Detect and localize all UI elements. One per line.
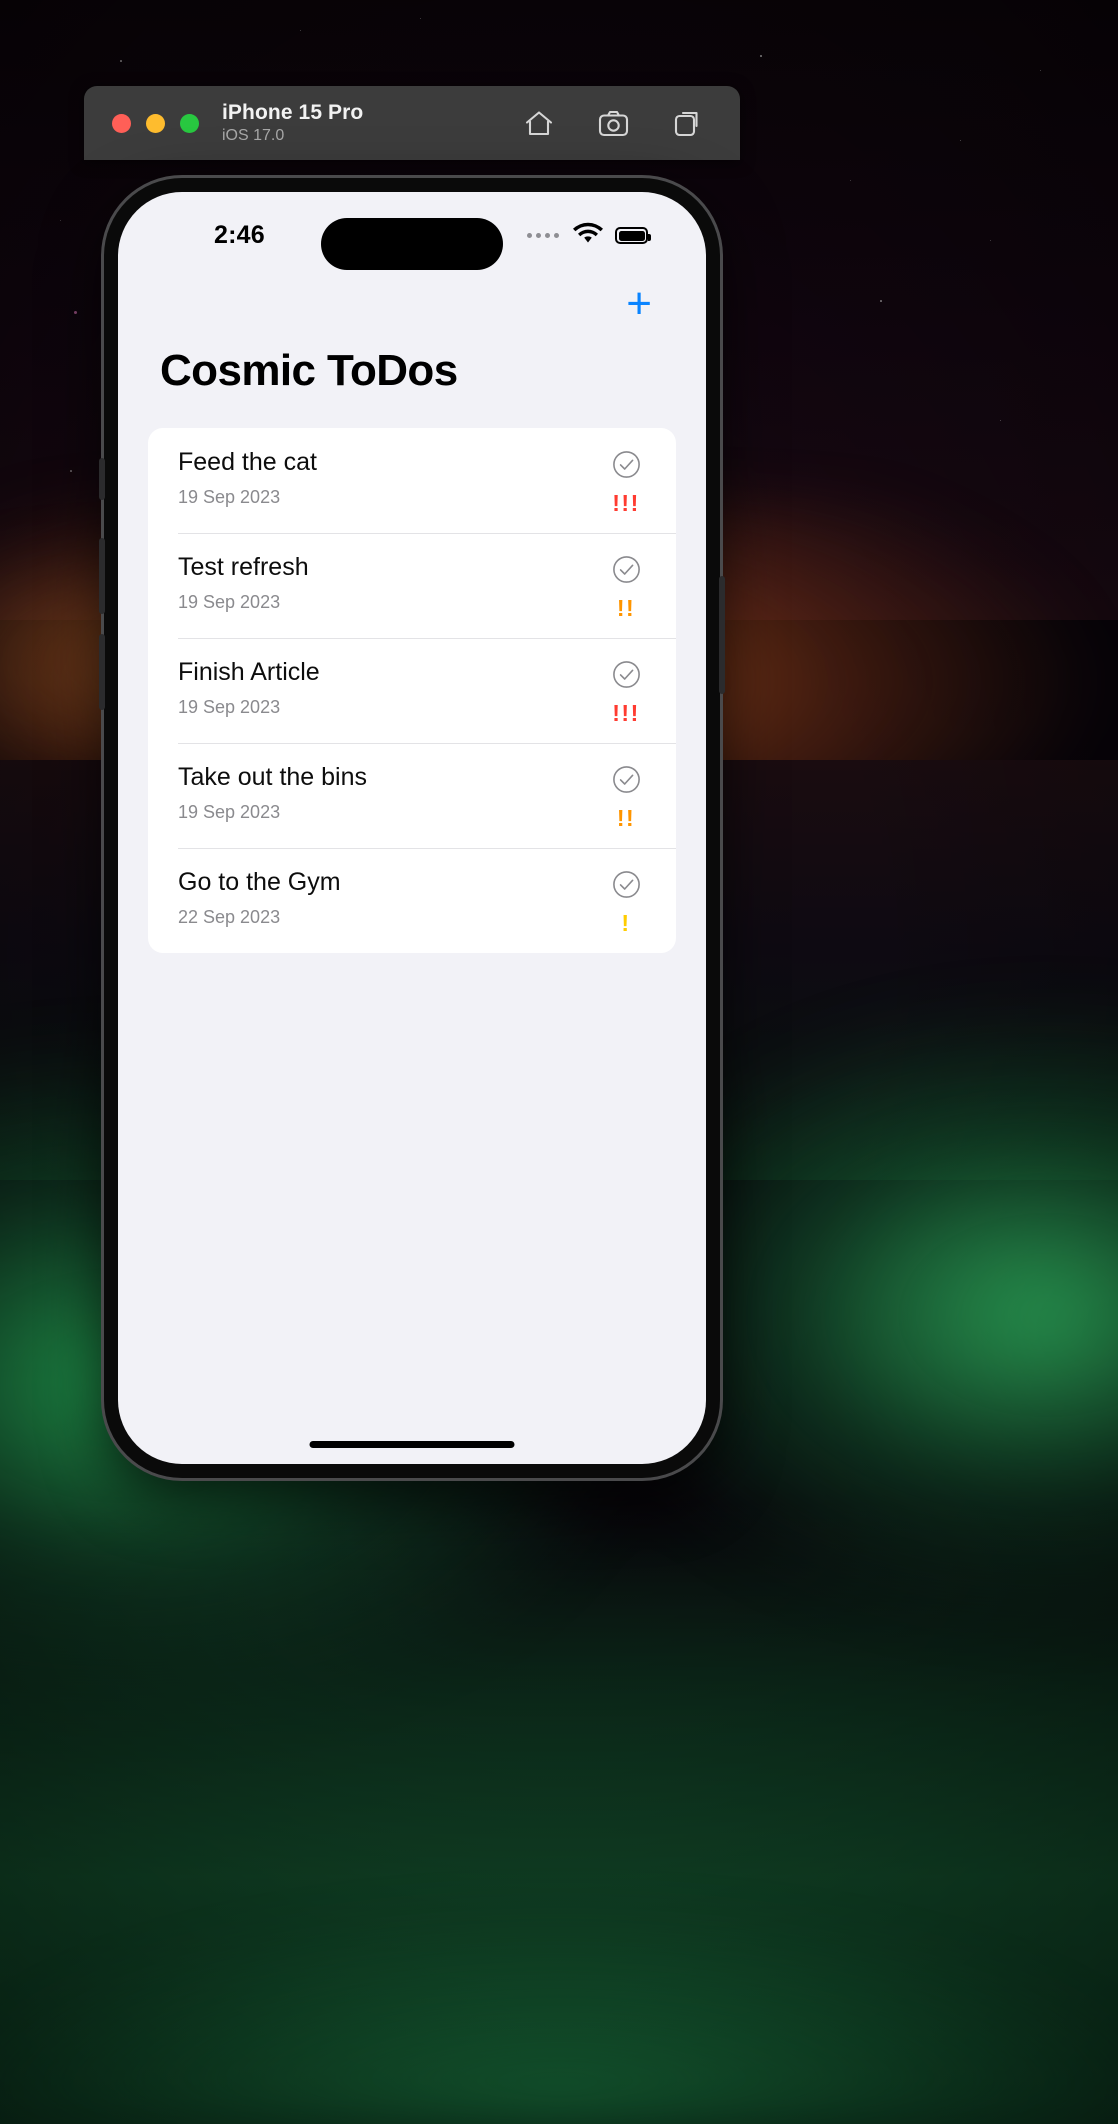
todo-text-block: Take out the bins 19 Sep 2023 <box>178 763 598 823</box>
status-bar-indicators <box>527 222 651 249</box>
battery-icon <box>615 227 651 244</box>
todo-priority-marks: !!! <box>612 490 640 516</box>
todo-priority-marks: !! <box>616 805 636 831</box>
simulator-toolbar <box>524 109 700 137</box>
page-title: Cosmic ToDos <box>160 346 458 395</box>
volume-down-button[interactable] <box>99 634 105 710</box>
todo-row[interactable]: Go to the Gym 22 Sep 2023 ! <box>148 848 676 953</box>
todo-title: Finish Article <box>178 658 320 686</box>
todo-text-block: Go to the Gym 22 Sep 2023 <box>178 868 598 928</box>
volume-up-button[interactable] <box>99 538 105 614</box>
check-circle-icon[interactable] <box>612 765 641 794</box>
iphone-screen: 2:46 + Cosmic ToDos Feed the cat 19 Sep … <box>118 192 706 1464</box>
screenshot-icon[interactable] <box>598 110 629 137</box>
todo-date: 19 Sep 2023 <box>178 486 281 507</box>
simulator-device-name: iPhone 15 Pro <box>222 101 364 125</box>
todo-meta: ! <box>598 868 654 935</box>
simulator-title-bar: iPhone 15 Pro iOS 17.0 <box>84 86 740 160</box>
check-circle-icon[interactable] <box>612 555 641 584</box>
todo-meta: !!! <box>598 658 654 725</box>
check-circle-icon[interactable] <box>612 450 641 479</box>
home-icon[interactable] <box>524 110 554 137</box>
silent-switch[interactable] <box>99 458 105 500</box>
todo-row[interactable]: Finish Article 19 Sep 2023 !!! <box>148 638 676 743</box>
todo-text-block: Feed the cat 19 Sep 2023 <box>178 448 598 508</box>
wifi-icon <box>573 222 603 249</box>
status-bar: 2:46 <box>118 192 706 270</box>
todo-date: 19 Sep 2023 <box>178 696 281 717</box>
navigation-bar: + <box>118 268 706 340</box>
todo-title: Take out the bins <box>178 763 368 791</box>
todo-title: Feed the cat <box>178 448 317 476</box>
signal-dots-icon <box>527 233 559 238</box>
todo-date: 22 Sep 2023 <box>178 906 281 927</box>
iphone-device-frame: 2:46 + Cosmic ToDos Feed the cat 19 Sep … <box>99 178 725 1478</box>
simulator-title-block: iPhone 15 Pro iOS 17.0 <box>222 101 363 144</box>
add-todo-button[interactable]: + <box>626 282 652 326</box>
todo-title: Go to the Gym <box>178 868 341 896</box>
todo-date: 19 Sep 2023 <box>178 801 281 822</box>
todo-priority-marks: ! <box>621 910 631 936</box>
todo-row[interactable]: Take out the bins 19 Sep 2023 !! <box>148 743 676 848</box>
todo-meta: !!! <box>598 448 654 515</box>
todo-row[interactable]: Test refresh 19 Sep 2023 !! <box>148 533 676 638</box>
todo-title: Test refresh <box>178 553 309 581</box>
todo-priority-marks: !!! <box>612 700 640 726</box>
todo-priority-marks: !! <box>616 595 636 621</box>
close-button[interactable] <box>112 113 131 133</box>
todo-row[interactable]: Feed the cat 19 Sep 2023 !!! <box>148 428 676 533</box>
dynamic-island <box>321 218 503 270</box>
home-indicator[interactable] <box>309 1441 515 1448</box>
zoom-button[interactable] <box>180 113 199 133</box>
todo-text-block: Test refresh 19 Sep 2023 <box>178 553 598 613</box>
todo-date: 19 Sep 2023 <box>178 591 281 612</box>
simulator-os-version: iOS 17.0 <box>222 126 285 144</box>
todo-meta: !! <box>598 553 654 620</box>
todo-meta: !! <box>598 763 654 830</box>
window-controls <box>112 113 199 133</box>
check-circle-icon[interactable] <box>612 870 641 899</box>
power-button[interactable] <box>719 576 725 694</box>
todo-list: Feed the cat 19 Sep 2023 !!! Test refres… <box>148 428 676 953</box>
check-circle-icon[interactable] <box>612 660 641 689</box>
minimize-button[interactable] <box>146 113 165 133</box>
rotate-icon[interactable] <box>673 109 700 137</box>
status-bar-clock: 2:46 <box>214 221 265 249</box>
todo-text-block: Finish Article 19 Sep 2023 <box>178 658 598 718</box>
